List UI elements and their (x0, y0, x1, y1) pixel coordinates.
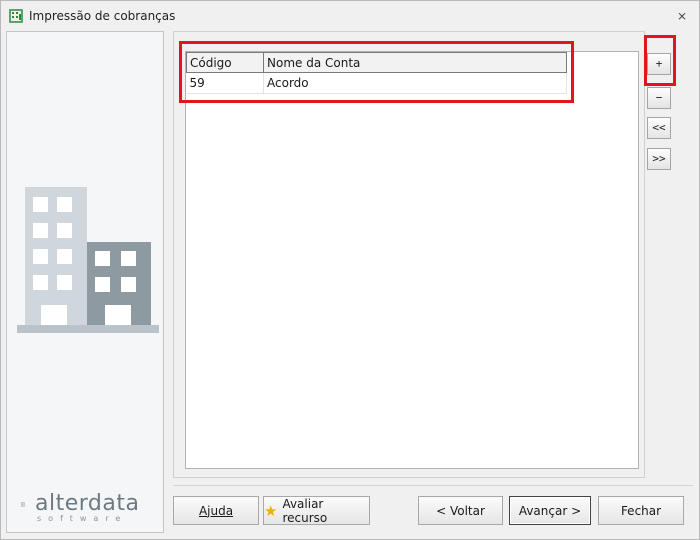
move-all-left-button[interactable]: << (647, 117, 671, 139)
avancar-label: Avançar > (518, 503, 582, 518)
voltar-label: < Voltar (436, 503, 485, 518)
brand-name: alterdata (35, 491, 140, 516)
ajuda-label: Ajuda (198, 503, 234, 518)
footer-divider (173, 485, 693, 486)
avancar-button[interactable]: Avançar > (509, 496, 591, 525)
fechar-label: Fechar (620, 503, 662, 518)
brand-subtitle: software (37, 514, 128, 523)
double-chevron-right-icon: >> (652, 152, 666, 165)
voltar-button[interactable]: < Voltar (418, 496, 503, 525)
side-panel: alterdata software (6, 31, 164, 533)
building-illustration-icon (17, 187, 159, 333)
add-button-highlight-box (644, 35, 676, 86)
double-chevron-left-icon: << (652, 121, 666, 134)
fechar-button[interactable]: Fechar (598, 496, 684, 525)
remove-button[interactable]: − (647, 87, 671, 109)
grid-highlight-box (179, 41, 574, 103)
dialog-window: Impressão de cobranças ⨯ alterdata softw… (0, 0, 700, 540)
avaliar-recurso-label: Avaliar recurso (282, 496, 328, 525)
star-icon: ★ (264, 501, 278, 520)
building-grid-icon (9, 9, 23, 23)
accounts-grid[interactable]: Código Nome da Conta 59 Acordo (185, 51, 639, 469)
move-all-right-button[interactable]: >> (647, 148, 671, 170)
window-title: Impressão de cobranças (29, 9, 176, 23)
minus-icon: − (655, 91, 663, 104)
close-icon[interactable]: ⨯ (677, 9, 687, 23)
avaliar-recurso-button[interactable]: ★ Avaliar recurso (263, 496, 370, 525)
ajuda-button[interactable]: Ajuda (173, 496, 259, 525)
title-bar: Impressão de cobranças ⨯ (1, 1, 699, 31)
